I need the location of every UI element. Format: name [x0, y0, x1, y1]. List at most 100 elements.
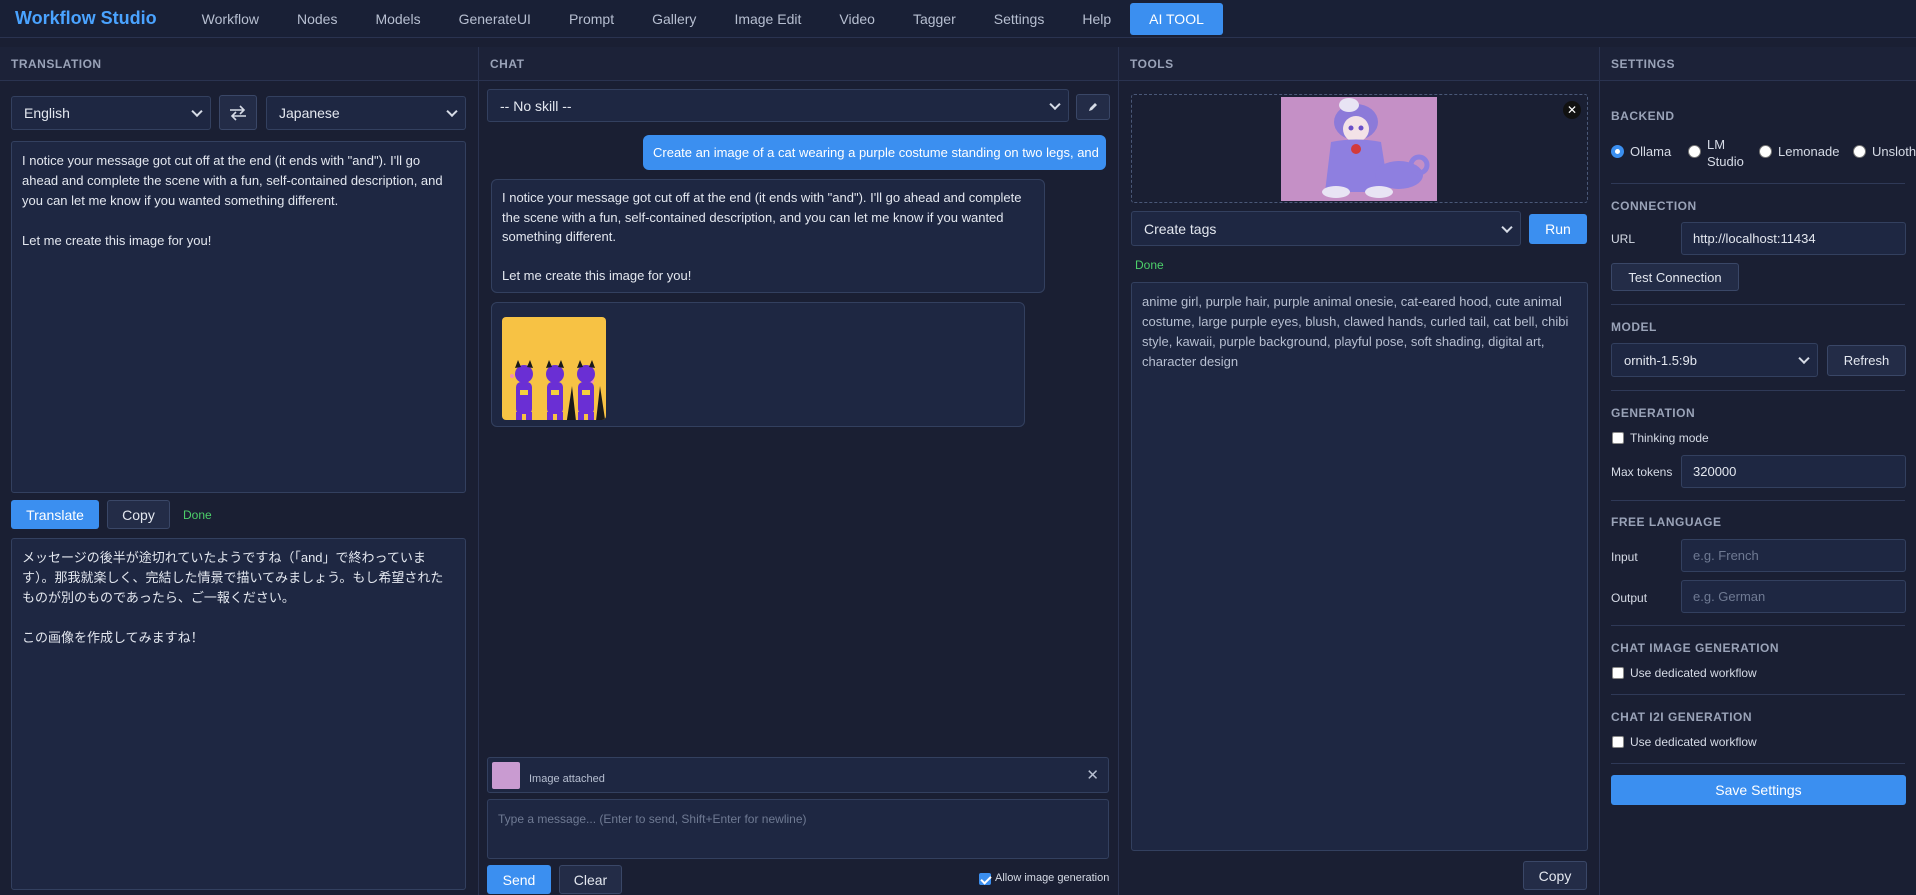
max-tokens-label: Max tokens	[1611, 465, 1673, 479]
model-value: ornith-1.5:9b	[1624, 352, 1697, 368]
divider	[1611, 500, 1905, 501]
chevron-down-icon	[1501, 221, 1513, 233]
divider	[1611, 304, 1905, 305]
nav-workflow[interactable]: Workflow	[183, 3, 278, 35]
skill-value: -- No skill --	[500, 97, 572, 114]
nav-help[interactable]: Help	[1063, 3, 1130, 35]
remove-image-icon[interactable]: ✕	[1563, 101, 1581, 119]
user-message: Create an image of a cat wearing a purpl…	[643, 135, 1106, 170]
free-language-input-field[interactable]: e.g. French	[1681, 539, 1906, 572]
backend-radio-unsloth[interactable]	[1853, 145, 1866, 158]
backend-radio-lmstudio[interactable]	[1688, 145, 1701, 158]
free-language-output-label: Output	[1611, 591, 1648, 605]
app-title: Workflow Studio	[15, 8, 157, 28]
chevron-down-icon	[1798, 352, 1810, 365]
remove-attachment-icon[interactable]: ✕	[1086, 766, 1099, 786]
chevron-down-icon	[191, 105, 203, 118]
backend-label-lemonade: Lemonade	[1778, 144, 1840, 159]
tool-mode-value: Create tags	[1144, 220, 1217, 237]
backend-label-ollama: Ollama	[1630, 144, 1672, 159]
allow-image-generation-checkbox[interactable]	[979, 873, 991, 885]
chat-image-workflow-checkbox[interactable]	[1612, 667, 1624, 679]
skill-select[interactable]: -- No skill --	[487, 89, 1069, 122]
nav-settings[interactable]: Settings	[975, 3, 1064, 35]
image-drop-zone[interactable]: ✕	[1131, 94, 1588, 203]
divider	[1611, 763, 1905, 764]
divider	[1611, 625, 1905, 626]
chat-header: CHAT	[479, 47, 1118, 81]
chat-image-gen-section-title: CHAT IMAGE GENERATION	[1611, 641, 1780, 655]
model-section-title: MODEL	[1611, 320, 1657, 334]
swap-languages-button[interactable]	[219, 95, 257, 130]
anime-girl-illustration	[1322, 98, 1430, 198]
thinking-mode-label: Thinking mode	[1630, 431, 1709, 445]
swap-icon	[230, 104, 246, 121]
generation-section-title: GENERATION	[1611, 406, 1696, 420]
nav-video[interactable]: Video	[820, 3, 894, 35]
nav-image-edit[interactable]: Image Edit	[715, 3, 820, 35]
url-input[interactable]: http://localhost:11434	[1681, 222, 1906, 255]
tools-header: TOOLS	[1119, 47, 1599, 81]
nav-nodes[interactable]: Nodes	[278, 3, 356, 35]
nav-generateui[interactable]: GenerateUI	[440, 3, 550, 35]
nav-models[interactable]: Models	[356, 3, 439, 35]
divider	[1611, 183, 1905, 184]
attachment-label: Image attached	[529, 773, 605, 785]
top-nav: Workflow Studio Workflow Nodes Models Ge…	[0, 0, 1916, 38]
backend-section-title: BACKEND	[1611, 109, 1675, 123]
tool-input-image	[1281, 97, 1437, 201]
connection-section-title: CONNECTION	[1611, 199, 1697, 213]
backend-radio-lemonade[interactable]	[1759, 145, 1772, 158]
source-language-select[interactable]: English	[11, 96, 211, 130]
allow-image-generation-label: Allow image generation	[995, 872, 1110, 884]
tool-mode-select[interactable]: Create tags	[1131, 211, 1521, 246]
free-language-output-field[interactable]: e.g. German	[1681, 580, 1906, 613]
source-language-value: English	[24, 105, 70, 121]
pencil-icon	[1089, 103, 1097, 111]
send-button[interactable]: Send	[487, 865, 551, 894]
copy-translation-button[interactable]: Copy	[107, 500, 170, 529]
model-select[interactable]: ornith-1.5:9b	[1611, 343, 1818, 377]
clear-button[interactable]: Clear	[559, 865, 622, 894]
free-language-section-title: FREE LANGUAGE	[1611, 515, 1722, 529]
nav-tagger[interactable]: Tagger	[894, 3, 975, 35]
tools-status: Done	[1135, 258, 1164, 272]
save-settings-button[interactable]: Save Settings	[1611, 775, 1906, 805]
translation-status: Done	[183, 508, 212, 522]
run-button[interactable]: Run	[1529, 214, 1587, 244]
test-connection-button[interactable]: Test Connection	[1611, 263, 1739, 291]
target-language-select[interactable]: Japanese	[266, 96, 466, 130]
url-label: URL	[1611, 232, 1636, 246]
translation-header: TRANSLATION	[0, 47, 478, 81]
tags-output-area[interactable]: anime girl, purple hair, purple animal o…	[1131, 282, 1588, 851]
thinking-mode-checkbox[interactable]	[1612, 432, 1624, 444]
chevron-down-icon	[1049, 98, 1061, 110]
chat-i2i-workflow-label: Use dedicated workflow	[1630, 735, 1757, 749]
divider	[1611, 694, 1905, 695]
max-tokens-input[interactable]: 320000	[1681, 455, 1906, 488]
translation-output-area[interactable]: メッセージの後半が途切れていたようですね（「and」で終わっています）。那我就楽…	[11, 538, 466, 890]
copy-tags-button[interactable]: Copy	[1523, 861, 1587, 890]
edit-skill-button[interactable]	[1076, 94, 1110, 120]
source-text-area[interactable]: I notice your message got cut off at the…	[11, 141, 466, 493]
assistant-message: I notice your message got cut off at the…	[491, 179, 1045, 293]
nav-ai-tool[interactable]: AI TOOL	[1130, 2, 1223, 35]
generated-image[interactable]	[502, 317, 606, 420]
backend-label-lmstudio: LM Studio	[1707, 137, 1744, 169]
free-language-input-label: Input	[1611, 550, 1638, 564]
chat-message-input[interactable]: Type a message... (Enter to send, Shift+…	[487, 799, 1109, 859]
assistant-image-message	[491, 302, 1025, 427]
translate-button[interactable]: Translate	[11, 500, 99, 529]
target-language-value: Japanese	[279, 105, 340, 121]
chat-i2i-workflow-checkbox[interactable]	[1612, 736, 1624, 748]
backend-radio-ollama[interactable]	[1611, 145, 1624, 158]
chat-image-workflow-label: Use dedicated workflow	[1630, 666, 1757, 680]
attachment-thumbnail	[492, 762, 520, 827]
cat-costume-illustration	[510, 360, 606, 420]
refresh-models-button[interactable]: Refresh	[1827, 345, 1906, 376]
attachment-bar: Image attached ✕	[487, 757, 1109, 827]
settings-header: SETTINGS	[1600, 47, 1916, 81]
nav-gallery[interactable]: Gallery	[633, 3, 715, 35]
nav-prompt[interactable]: Prompt	[550, 3, 633, 35]
divider	[1611, 390, 1905, 391]
